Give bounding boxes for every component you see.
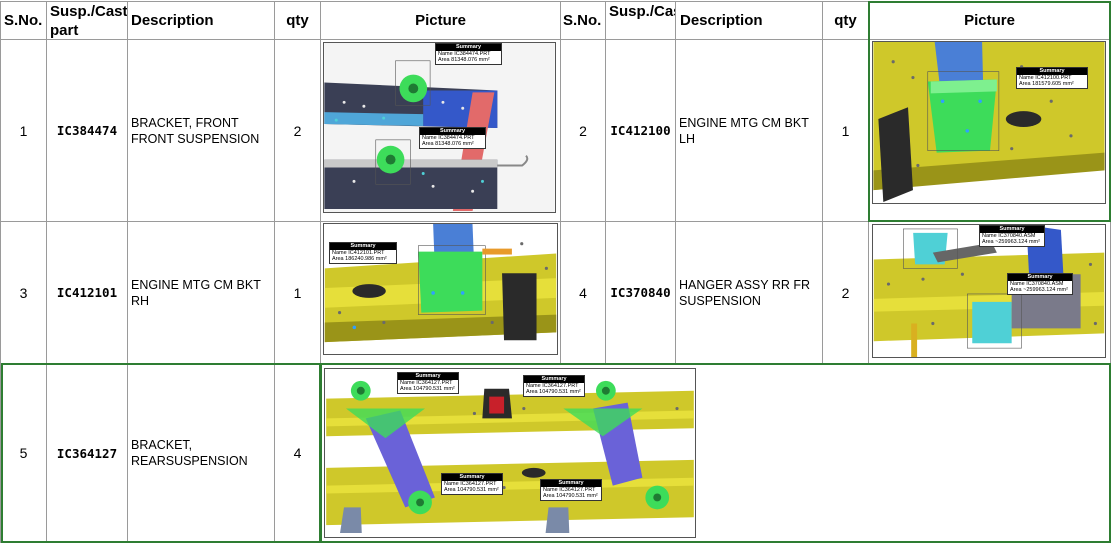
summary-callout: Summary Name IC364127.PRT Area 104790.53… (441, 473, 503, 495)
header-part: Susp./Casting part (50, 2, 127, 39)
row-4-description: HANGER ASSY RR FR SUSPENSION (679, 277, 811, 308)
summary-callout: Summary Name IC384474.PRT Area 81348.076… (435, 43, 502, 65)
row-3-part: IC412101 (56, 285, 118, 300)
picture-ic412101: Summary Name IC412101.PRT Area 186240.98… (323, 223, 558, 355)
row-1-qty: 2 (293, 122, 302, 139)
header-sno-right: S.No. (563, 12, 602, 29)
row-3-description: ENGINE MTG CM BKT RH (131, 277, 261, 308)
row-5-qty: 4 (293, 445, 302, 461)
chassis-render (326, 369, 694, 537)
picture-ic412100: Summary Name IC412100.PRT Area 181579.60… (872, 41, 1106, 204)
summary-callout: Summary Name IC364127.PRT Area 104790.53… (397, 372, 459, 394)
summary-area: Area 104790.531 mm² (526, 389, 581, 395)
summary-area: Area ~259963.124 mm² (1010, 287, 1068, 293)
parts-table: S.No. Susp./Casting part Description qty… (0, 0, 1113, 544)
header-qty-right: qty (834, 12, 857, 29)
header-description-right: Description (680, 12, 763, 29)
row-3-sno: 3 (19, 284, 28, 301)
header-description: Description (131, 12, 214, 29)
row-1-sno: 1 (19, 122, 28, 139)
summary-callout: Summary Name IC370840.ASM Area ~259963.1… (979, 225, 1045, 247)
summary-callout: Summary Name IC364127.PRT Area 104790.53… (540, 479, 602, 501)
header-part-right-label: Susp./Casting (609, 3, 675, 20)
summary-area: Area 104790.531 mm² (543, 493, 598, 499)
row-4-qty: 2 (841, 284, 850, 301)
summary-area: Area 81348.076 mm² (422, 141, 474, 147)
summary-area: Area 104790.531 mm² (444, 487, 499, 493)
summary-area: Area 104790.531 mm² (400, 386, 455, 392)
row-2-qty: 1 (841, 122, 850, 139)
row-2-sno: 2 (579, 122, 587, 139)
summary-callout: Summary Name IC364127.PRT Area 104790.53… (523, 375, 585, 397)
header-part-right: Susp./Casting (609, 2, 675, 39)
header-part-label: Susp./Casting part (50, 3, 127, 39)
picture-ic364127: Summary Name IC364127.PRT Area 104790.53… (324, 368, 696, 538)
row-3-qty: 1 (293, 284, 302, 301)
summary-callout: Summary Name IC412101.PRT Area 186240.98… (329, 242, 397, 264)
summary-callout: Summary Name IC384474.PRT Area 81348.076… (419, 127, 486, 149)
row-4-part: IC370840 (610, 285, 671, 300)
summary-area: Area 186240.986 mm² (332, 256, 387, 262)
row-1-description: BRACKET, FRONT FRONT SUSPENSION (131, 115, 260, 146)
header-picture: Picture (415, 12, 466, 29)
row-2-description: ENGINE MTG CM BKT LH (679, 115, 809, 146)
row-5-part: IC364127 (56, 445, 118, 461)
header-qty: qty (286, 12, 309, 29)
row-5-description: BRACKET, REARSUSPENSION (131, 438, 248, 468)
summary-area: Area 81348.076 mm² (438, 57, 490, 63)
header-picture-right: Picture (964, 12, 1015, 29)
header-sno: S.No. (4, 12, 43, 29)
summary-area: Area 181579.605 mm² (1019, 81, 1074, 87)
picture-ic384474: Summary Name IC384474.PRT Area 81348.076… (323, 42, 556, 213)
summary-callout: Summary Name IC412100.PRT Area 181579.60… (1016, 67, 1088, 89)
picture-ic370840: Summary Name IC370840.ASM Area ~259963.1… (872, 224, 1106, 358)
summary-callout: Summary Name IC370840.ASM Area ~259963.1… (1007, 273, 1073, 295)
row-2-part: IC412100 (610, 123, 671, 138)
row-5-sno: 5 (19, 445, 28, 461)
row-4-sno: 4 (579, 284, 587, 301)
summary-area: Area ~259963.124 mm² (982, 239, 1040, 245)
row-1-part: IC384474 (56, 123, 118, 138)
